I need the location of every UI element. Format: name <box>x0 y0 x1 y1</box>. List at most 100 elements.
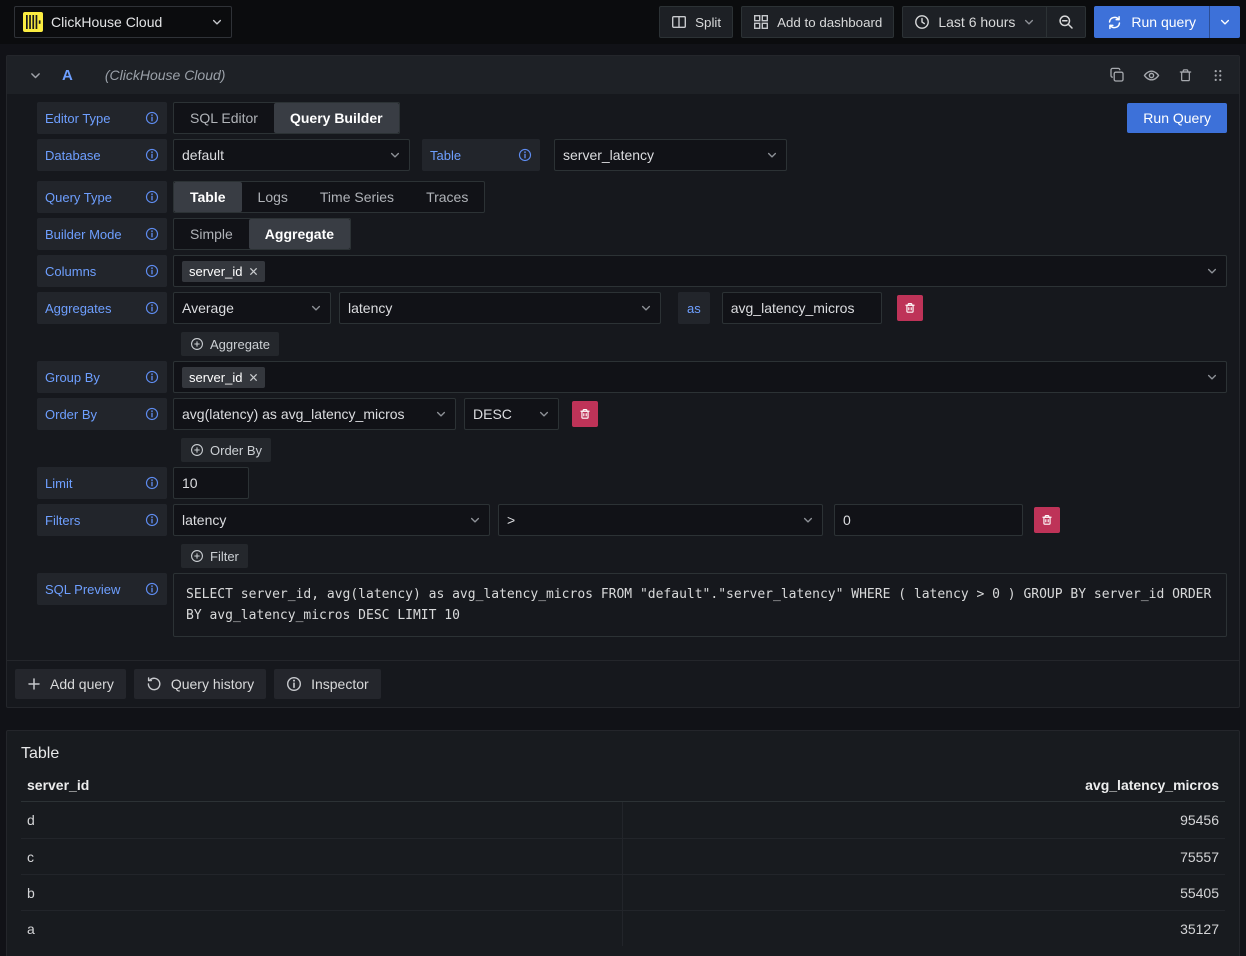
filter-operator-select[interactable]: > <box>498 504 823 536</box>
hide-response-eye-icon[interactable] <box>1143 67 1160 84</box>
zoom-out-icon <box>1058 14 1074 30</box>
sql-editor-option[interactable]: SQL Editor <box>174 103 274 133</box>
info-icon[interactable] <box>145 582 159 596</box>
info-icon[interactable] <box>145 148 159 162</box>
plus-circle-icon <box>190 337 204 351</box>
datasource-picker[interactable]: ClickHouse Cloud <box>14 6 232 38</box>
aggregate-column-select[interactable]: latency <box>339 292 661 324</box>
add-query-button[interactable]: Add query <box>15 669 126 699</box>
cell-avg-latency: 95456 <box>623 812 1225 828</box>
clock-icon <box>914 14 930 30</box>
run-query-dropdown-button[interactable] <box>1209 6 1240 38</box>
table-result-panel: Table server_id avg_latency_micros d 954… <box>6 730 1240 956</box>
info-icon[interactable] <box>145 370 159 384</box>
order-direction-select[interactable]: DESC <box>464 398 559 430</box>
columns-label: Columns <box>37 255 167 287</box>
columns-multiselect[interactable]: server_id <box>173 255 1227 287</box>
query-ref-id[interactable]: A <box>62 67 73 84</box>
builder-mode-aggregate-option[interactable]: Aggregate <box>249 219 350 249</box>
info-icon[interactable] <box>145 264 159 278</box>
table-label: Table <box>422 139 540 171</box>
sync-icon <box>1107 15 1122 30</box>
cell-server-id: d <box>21 802 623 838</box>
query-type-toggle: Table Logs Time Series Traces <box>173 181 485 213</box>
group-by-multiselect[interactable]: server_id <box>173 361 1227 393</box>
run-query-editor-button[interactable]: Run Query <box>1127 103 1227 133</box>
cell-server-id: c <box>21 839 623 874</box>
filter-value-input[interactable] <box>834 504 1023 536</box>
selected-column-tag: server_id <box>182 261 265 282</box>
apps-grid-icon <box>753 14 769 30</box>
add-aggregate-button[interactable]: Aggregate <box>181 332 279 356</box>
plus-icon <box>27 677 41 691</box>
add-filter-button[interactable]: Filter <box>181 544 248 568</box>
order-by-column-select[interactable]: avg(latency) as avg_latency_micros <box>173 398 456 430</box>
time-picker-group: Last 6 hours <box>902 6 1086 38</box>
table-header-row: server_id avg_latency_micros <box>21 773 1225 802</box>
collapse-chevron-icon[interactable] <box>29 69 42 82</box>
info-icon[interactable] <box>145 407 159 421</box>
result-table: server_id avg_latency_micros d 95456 c 7… <box>21 773 1225 946</box>
add-to-dashboard-button[interactable]: Add to dashboard <box>741 6 894 38</box>
filter-column-select[interactable]: latency <box>173 504 490 536</box>
drag-handle-icon[interactable] <box>1211 67 1225 84</box>
table-row: d 95456 <box>21 802 1225 838</box>
close-icon[interactable] <box>249 267 258 276</box>
chevron-down-icon <box>427 408 447 420</box>
aggregate-function-select[interactable]: Average <box>173 292 331 324</box>
time-range-button[interactable]: Last 6 hours <box>903 7 1046 37</box>
cell-server-id: b <box>21 875 623 910</box>
run-query-split-button: Run query <box>1094 6 1240 38</box>
inspector-button[interactable]: Inspector <box>274 669 381 699</box>
info-icon[interactable] <box>145 301 159 315</box>
query-type-timeseries-option[interactable]: Time Series <box>304 182 410 212</box>
chevron-down-icon <box>1219 16 1231 28</box>
query-type-traces-option[interactable]: Traces <box>410 182 484 212</box>
close-icon[interactable] <box>249 373 258 382</box>
datasource-name: ClickHouse Cloud <box>51 14 162 30</box>
column-header-avg-latency-micros[interactable]: avg_latency_micros <box>623 777 1219 793</box>
split-button[interactable]: Split <box>659 6 733 38</box>
add-order-by-button[interactable]: Order By <box>181 438 271 462</box>
remove-filter-button[interactable] <box>1034 507 1060 533</box>
zoom-out-time-button[interactable] <box>1046 7 1085 37</box>
remove-order-by-button[interactable] <box>572 401 598 427</box>
table-select[interactable]: server_latency <box>554 139 787 171</box>
info-icon[interactable] <box>145 190 159 204</box>
limit-label: Limit <box>37 467 167 499</box>
limit-input[interactable] <box>173 467 249 499</box>
query-datasource-hint: (ClickHouse Cloud) <box>105 67 226 83</box>
query-type-table-option[interactable]: Table <box>174 182 242 212</box>
info-icon[interactable] <box>145 111 159 125</box>
builder-mode-simple-option[interactable]: Simple <box>174 219 249 249</box>
info-icon[interactable] <box>145 227 159 241</box>
query-history-button[interactable]: Query history <box>134 669 266 699</box>
info-icon[interactable] <box>518 148 532 162</box>
info-icon[interactable] <box>145 476 159 490</box>
explore-toolbar: ClickHouse Cloud Split Add to dashboard … <box>0 0 1246 44</box>
column-header-server-id[interactable]: server_id <box>27 777 623 793</box>
history-icon <box>146 676 162 692</box>
builder-mode-toggle: Simple Aggregate <box>173 218 351 250</box>
info-icon[interactable] <box>145 513 159 527</box>
remove-aggregate-button[interactable] <box>897 295 923 321</box>
query-type-logs-option[interactable]: Logs <box>242 182 304 212</box>
chevron-down-icon <box>302 302 322 314</box>
builder-mode-label: Builder Mode <box>37 218 167 250</box>
editor-type-label: Editor Type <box>37 102 167 134</box>
run-query-button[interactable]: Run query <box>1094 6 1209 38</box>
database-select[interactable]: default <box>173 139 410 171</box>
aggregate-alias-input[interactable] <box>722 292 882 324</box>
query-builder-option[interactable]: Query Builder <box>274 103 399 133</box>
cell-avg-latency: 35127 <box>623 921 1225 937</box>
cell-server-id: a <box>21 911 623 946</box>
editor-type-toggle: SQL Editor Query Builder <box>173 102 400 134</box>
explore-footer-actions: Add query Query history Inspector <box>7 660 1239 707</box>
aggregates-label: Aggregates <box>37 292 167 324</box>
trash-icon <box>1041 514 1053 526</box>
duplicate-query-icon[interactable] <box>1109 67 1125 84</box>
table-row: a 35127 <box>21 910 1225 946</box>
group-by-label: Group By <box>37 361 167 393</box>
remove-query-trash-icon[interactable] <box>1178 67 1193 84</box>
chevron-down-icon <box>758 149 778 161</box>
